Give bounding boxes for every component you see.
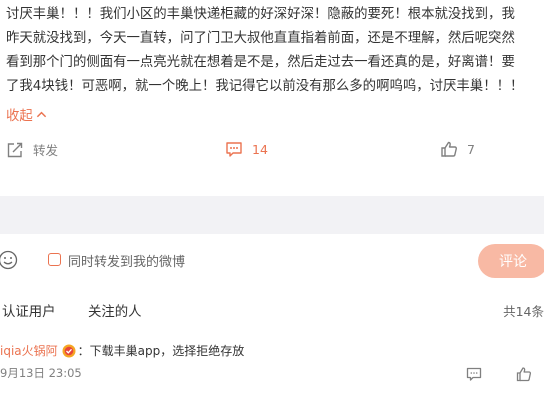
post-line: 看到那个门的侧面有一点亮光就在想着是不是，然后走过去一看还真的是，好离谱！要	[6, 55, 515, 70]
comment-count: 14	[252, 141, 268, 157]
chevron-up-icon	[36, 111, 46, 117]
like-button[interactable]: 7	[440, 140, 475, 158]
member-badge-icon	[62, 344, 76, 358]
repost-button[interactable]: 转发	[6, 140, 58, 159]
tab-following[interactable]: 关注的人	[88, 300, 142, 320]
submit-comment-button[interactable]: 评论	[478, 244, 544, 278]
post-line: 了我4块钱！可恶啊，就一个晚上！我记得它以前没有那么多的啊呜呜，讨厌丰巢！！！	[6, 79, 524, 94]
comment-filter-tabs: 认证用户 关注的人 共14条	[0, 300, 544, 322]
also-repost-label: 同时转发到我的微博	[68, 255, 186, 270]
comment-total: 共14条	[503, 304, 544, 319]
comment-item: iqia火锅阿 ：下载丰巢app，选择拒绝存放 9月13日 23:05	[0, 342, 544, 382]
comment-like-icon[interactable]	[516, 366, 532, 382]
emoji-icon[interactable]	[0, 250, 18, 270]
post-line: 昨天就没找到，今天一直转，问了门卫大叔他直直指着前面，还是不理解，然后呢突然	[6, 31, 515, 46]
post-line: 讨厌丰巢！！！我们小区的丰巢快递柜藏的好深好深！隐蔽的要死！根本就没找到，我	[6, 7, 515, 22]
post-actions: 转发 14 7	[0, 140, 544, 164]
collapse-label: 收起	[6, 109, 33, 124]
like-count: 7	[467, 141, 475, 157]
also-repost-checkbox[interactable]	[48, 253, 61, 266]
thumbs-up-icon	[441, 141, 457, 157]
repost-label: 转发	[33, 143, 59, 158]
reply-icon[interactable]	[466, 366, 482, 382]
comment-input-area[interactable]	[0, 196, 544, 234]
tab-verified-users[interactable]: 认证用户	[2, 300, 56, 320]
comment-line: iqia火锅阿 ：下载丰巢app，选择拒绝存放	[0, 342, 244, 360]
comment-icon	[226, 142, 242, 157]
comment-username[interactable]: iqia火锅阿	[0, 342, 58, 360]
comment-time: 9月13日 23:05	[0, 366, 82, 380]
comment-composer: 同时转发到我的微博 评论	[0, 242, 544, 280]
repost-icon	[7, 142, 23, 157]
post-text: 讨厌丰巢！！！我们小区的丰巢快递柜藏的好深好深！隐蔽的要死！根本就没找到，我 昨…	[6, 3, 542, 99]
collapse-link[interactable]: 收起	[6, 104, 47, 124]
comment-text: ：下载丰巢app，选择拒绝存放	[77, 344, 245, 358]
comment-button[interactable]: 14	[225, 140, 268, 158]
